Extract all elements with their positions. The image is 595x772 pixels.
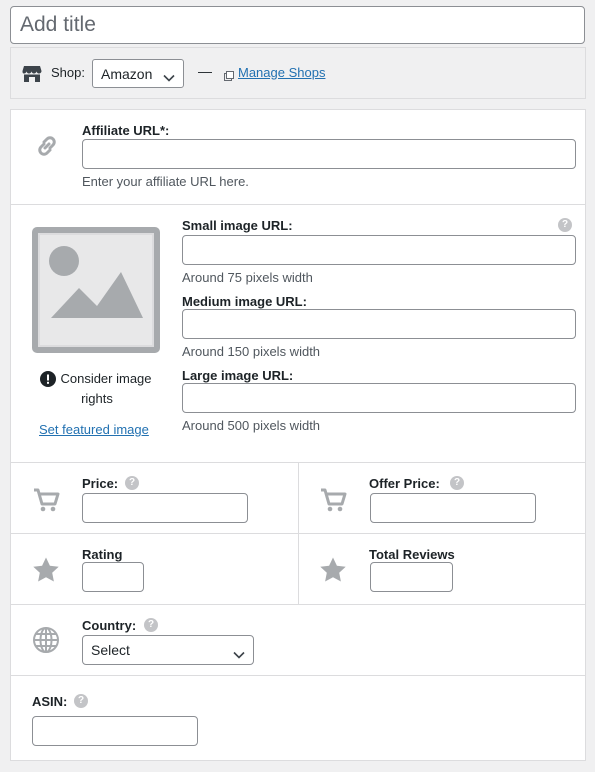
offer-price-input[interactable] (370, 493, 536, 523)
title-input[interactable] (10, 6, 585, 44)
country-select[interactable]: Select (82, 635, 254, 665)
image-placeholder-icon (31, 226, 161, 359)
help-icon[interactable]: ? (144, 618, 158, 632)
country-label: Country: (82, 618, 137, 633)
total-reviews-input[interactable] (370, 562, 453, 592)
asin-input[interactable] (32, 716, 198, 746)
divider (11, 604, 585, 605)
help-icon[interactable]: ? (450, 476, 464, 490)
rating-label: Rating (82, 547, 123, 562)
chevron-down-icon (163, 69, 175, 85)
total-reviews-label: Total Reviews (369, 547, 455, 562)
affiliate-url-description: Enter your affiliate URL here. (82, 174, 249, 189)
offer-price-label: Offer Price: (369, 476, 440, 491)
product-details-panel: Affiliate URL*: Enter your affiliate URL… (10, 109, 586, 761)
help-icon[interactable]: ? (74, 694, 88, 708)
medium-image-url-input[interactable] (182, 309, 576, 339)
rating-input[interactable] (82, 562, 144, 592)
set-featured-image-link[interactable]: Set featured image (39, 422, 149, 437)
divider (11, 675, 585, 676)
affiliate-url-label: Affiliate URL*: (82, 123, 170, 138)
shop-select-value: Amazon (101, 66, 153, 82)
large-image-url-description: Around 500 pixels width (182, 418, 321, 433)
price-input[interactable] (82, 493, 248, 523)
help-icon[interactable]: ? (125, 476, 139, 490)
asin-label: ASIN: (32, 694, 68, 709)
cart-icon (319, 486, 347, 519)
manage-shops-link[interactable]: Manage Shops (238, 65, 325, 80)
external-link-icon (224, 68, 234, 86)
image-rights-note: Consider image rights (60, 371, 152, 406)
large-image-url-label: Large image URL: (182, 368, 294, 383)
divider (11, 533, 585, 534)
shop-bar: Shop: Amazon — Manage Shops (10, 47, 586, 99)
store-icon (22, 64, 42, 89)
shop-select[interactable]: Amazon (92, 59, 184, 88)
chevron-down-icon (233, 646, 245, 662)
small-image-url-label: Small image URL: (182, 218, 293, 233)
affiliate-url-input[interactable] (82, 139, 576, 169)
link-icon (33, 132, 61, 165)
country-select-value: Select (91, 642, 130, 658)
small-image-url-input[interactable] (182, 235, 576, 265)
large-image-url-input[interactable] (182, 383, 576, 413)
small-image-url-description: Around 75 pixels width (182, 270, 313, 285)
cart-icon (32, 486, 60, 519)
price-label: Price: (82, 476, 119, 491)
medium-image-url-label: Medium image URL: (182, 294, 307, 309)
help-icon[interactable]: ? (558, 218, 572, 232)
star-icon (32, 556, 60, 589)
shop-label: Shop: (51, 65, 85, 80)
medium-image-url-description: Around 150 pixels width (182, 344, 321, 359)
shop-separator: — (198, 63, 212, 79)
globe-icon (32, 626, 60, 659)
star-icon (319, 556, 347, 589)
divider (11, 204, 585, 205)
